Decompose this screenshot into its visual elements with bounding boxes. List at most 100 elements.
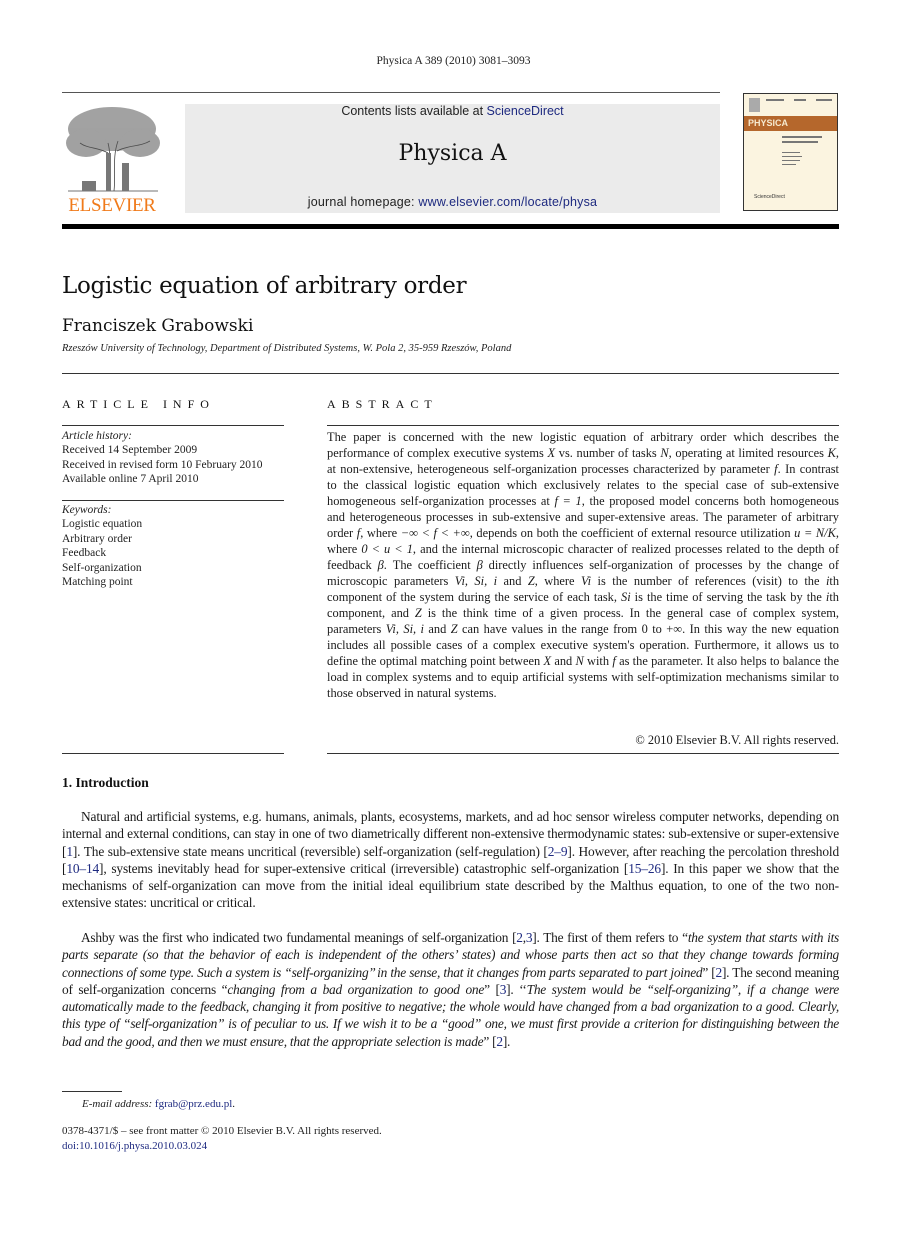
- abstract-text-run: is the number of references (visit) to t…: [591, 574, 826, 588]
- abstract-text-run: , operating at limited resources: [668, 446, 828, 460]
- math-symbol: N: [660, 446, 669, 460]
- abstract-text-run: , where: [534, 574, 582, 588]
- math-symbol: K: [827, 446, 836, 460]
- journal-cover-thumbnail-icon[interactable]: PHYSICA ScienceDirect: [743, 93, 838, 211]
- cover-line: [782, 160, 800, 161]
- math-symbol: Vi, Si, i: [454, 574, 498, 588]
- abstract-text-run: , where: [360, 526, 401, 540]
- running-head: Physica A 389 (2010) 3081–3093: [376, 55, 531, 67]
- issn-line: 0378-4371/$ – see front matter © 2010 El…: [62, 1125, 382, 1137]
- abstract-text-run: and: [497, 574, 528, 588]
- keyword-item: Feedback: [62, 547, 107, 560]
- history-item: Available online 7 April 2010: [62, 473, 199, 486]
- citation-link[interactable]: 15–26: [628, 861, 661, 876]
- divider: [327, 425, 839, 426]
- footnote-email: E-mail address: fgrab@prz.edu.pl.: [82, 1098, 235, 1110]
- journal-homepage-link[interactable]: www.elsevier.com/locate/physa: [418, 195, 597, 209]
- abstract-body: The paper is concerned with the new logi…: [327, 429, 839, 701]
- cover-line: [794, 99, 806, 101]
- contents-line: Contents lists available at ScienceDirec…: [185, 104, 720, 118]
- abstract-text-run: is the time of serving the task by the: [630, 590, 826, 604]
- cover-label: PHYSICA: [748, 118, 789, 128]
- math-symbol: Z: [414, 606, 422, 620]
- history-item: Received in revised form 10 February 201…: [62, 458, 263, 471]
- author-email-link[interactable]: fgrab@prz.edu.pl: [155, 1098, 232, 1110]
- history-item: Received 14 September 2009: [62, 444, 198, 457]
- divider: [62, 500, 284, 501]
- math-symbol: X: [543, 654, 552, 668]
- abstract-text-run: vs. number of tasks: [555, 446, 661, 460]
- math-symbol: Vi, Si, i: [385, 622, 424, 636]
- divider: [62, 92, 720, 93]
- body-text-run: ” [: [702, 964, 716, 980]
- email-trailer: .: [232, 1098, 235, 1110]
- math-symbol: Vi: [581, 574, 592, 588]
- body-text-run: ]. ‘‘: [506, 981, 527, 997]
- abstract-copyright: © 2010 Elsevier B.V. All rights reserved…: [635, 733, 839, 747]
- math-symbol: u = N/K: [794, 526, 836, 540]
- article-history: Article history: Received 14 September 2…: [62, 429, 284, 487]
- sciencedirect-link[interactable]: ScienceDirect: [487, 104, 564, 118]
- keywords: Keywords: Logistic equation Arbitrary or…: [62, 503, 284, 589]
- citation-link[interactable]: 10–14: [66, 861, 99, 876]
- section-heading-introduction: 1. Introduction: [62, 775, 149, 790]
- doi-line: doi:10.1016/j.physa.2010.03.024: [62, 1140, 207, 1152]
- elsevier-wordmark[interactable]: ELSEVIER: [62, 195, 162, 217]
- body-text-run: ]. The sub-extensive state means uncriti…: [72, 843, 548, 859]
- author-name[interactable]: Franciszek Grabowski: [62, 316, 253, 336]
- math-symbol: −∞ < f < +∞: [400, 526, 470, 540]
- abstract-text-run: . The coefficient: [383, 558, 477, 572]
- math-symbol: X: [547, 446, 556, 460]
- journal-name: Physica A: [398, 141, 507, 166]
- divider: [62, 373, 839, 374]
- math-symbol: N: [575, 654, 584, 668]
- keyword-item: Self-organization: [62, 561, 142, 574]
- abstract-text-run: and: [424, 622, 451, 636]
- cover-line: [782, 152, 800, 153]
- email-label: E-mail address:: [82, 1098, 153, 1110]
- keyword-item: Arbitrary order: [62, 532, 132, 545]
- math-symbol: 0 < u < 1: [361, 542, 413, 556]
- abstract-text-run: , depends on both the coefficient of ext…: [469, 526, 795, 540]
- math-symbol: Z: [450, 622, 458, 636]
- cover-line: [782, 141, 818, 143]
- contents-prefix: Contents lists available at: [341, 104, 487, 118]
- cover-line: [782, 156, 802, 157]
- divider: [62, 753, 284, 754]
- citation-link[interactable]: 2–9: [548, 844, 568, 859]
- body-text-run: ], systems inevitably head for super-ext…: [99, 860, 629, 876]
- author-affiliation: Rzeszów University of Technology, Depart…: [62, 343, 512, 354]
- body-text-run: ]. The first of them refers to “: [532, 930, 688, 945]
- body-text-run: ” [: [483, 1033, 497, 1049]
- abstract-heading: ABSTRACT: [327, 397, 438, 411]
- body-text-run: ” [: [484, 981, 500, 997]
- homepage-prefix: journal homepage:: [307, 195, 419, 209]
- homepage-line: journal homepage: www.elsevier.com/locat…: [185, 195, 720, 209]
- keyword-item: Logistic equation: [62, 518, 143, 531]
- article-info-heading: ARTICLE INFO: [62, 397, 215, 411]
- cover-line: [766, 99, 784, 101]
- article-title: Logistic equation of arbitrary order: [62, 273, 467, 299]
- abstract-text-run: with: [583, 654, 613, 668]
- cover-emblem-icon: [749, 98, 760, 112]
- intro-paragraph-2: Ashby was the first who indicated two fu…: [62, 929, 839, 1050]
- quoted-text: changing from a bad organization to good…: [227, 981, 485, 997]
- doi-link[interactable]: doi:10.1016/j.physa.2010.03.024: [62, 1140, 207, 1152]
- divider: [62, 425, 284, 426]
- abstract-text-run: and: [551, 654, 576, 668]
- intro-paragraph-1: Natural and artificial systems, e.g. hum…: [62, 808, 839, 912]
- keyword-item: Matching point: [62, 576, 133, 589]
- history-label: Article history:: [62, 430, 132, 442]
- cover-sciencedirect: ScienceDirect: [754, 194, 785, 200]
- body-text-run: ].: [502, 1033, 511, 1049]
- divider: [327, 753, 839, 754]
- cover-line: [782, 164, 796, 165]
- cover-band: PHYSICA: [744, 116, 837, 131]
- keywords-label: Keywords:: [62, 504, 112, 516]
- math-symbol: Z: [527, 574, 535, 588]
- masthead-divider: [62, 224, 839, 229]
- math-symbol: f = 1: [554, 494, 582, 508]
- cover-line: [782, 136, 822, 138]
- footnote-divider: [62, 1091, 122, 1092]
- body-text-run: Ashby was the first who indicated two fu…: [81, 930, 517, 945]
